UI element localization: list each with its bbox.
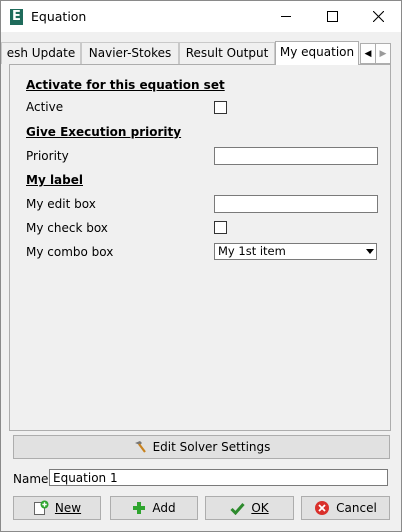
add-button-label: Add [152,501,176,515]
tab-mesh-update[interactable]: esh Update [1,42,81,64]
tab-navier-stokes[interactable]: Navier-Stokes [81,42,179,64]
app-icon: E [10,9,23,25]
cancel-button-label: Cancel [336,501,377,515]
new-button-label: New [54,501,82,515]
my-combo-box-label: My combo box [26,245,114,259]
ok-button[interactable]: OK [205,496,294,520]
triangle-right-icon: ▶ [379,48,387,59]
plus-icon [133,502,146,514]
minimize-button[interactable] [263,1,309,32]
section-priority-heading: Give Execution priority [26,125,182,139]
edit-solver-settings-label: Edit Solver Settings [152,440,271,454]
triangle-left-icon: ◀ [364,48,372,59]
section-my-label-heading: My label [26,173,83,187]
minimize-icon [281,16,291,17]
priority-input[interactable] [214,147,378,165]
my-edit-box-label: My edit box [26,197,96,211]
active-checkbox[interactable] [214,101,227,114]
name-label: Name: [13,472,53,486]
maximize-button[interactable] [309,1,355,32]
section-activate-heading: Activate for this equation set [26,78,225,92]
chevron-down-icon[interactable] [364,245,375,258]
new-document-icon [33,500,49,515]
tab-strip: esh Update Navier-Stokes Result Output M… [1,41,401,65]
tab-scroll-right-button[interactable]: ▶ [375,43,391,64]
title-bar[interactable]: E Equation [1,1,401,32]
my-edit-box-input[interactable] [214,195,378,213]
add-button[interactable]: Add [110,496,198,520]
tab-result-output[interactable]: Result Output [179,42,275,64]
my-check-box[interactable] [214,221,227,234]
name-input[interactable]: Equation 1 [49,469,388,486]
combo-selected-value: My 1st item [218,244,286,258]
tab-my-equation[interactable]: My equation [275,41,359,65]
new-button[interactable]: New [13,496,101,520]
edit-solver-settings-button[interactable]: Edit Solver Settings [13,435,390,459]
hammer-icon [134,441,146,453]
window-title: Equation [31,9,87,24]
ok-button-label: OK [251,501,269,515]
maximize-icon [326,11,338,22]
priority-label: Priority [26,149,69,163]
tab-scroll-left-button[interactable]: ◀ [360,43,376,64]
checkmark-icon [230,502,245,515]
active-label: Active [26,100,64,114]
tab-panel-my-equation: Activate for this equation set Active Gi… [9,64,391,431]
my-combo-box[interactable]: My 1st item [214,243,377,260]
my-check-box-label: My check box [26,221,108,235]
equation-dialog: E Equation esh Update Navier-Stokes Resu… [0,0,402,532]
close-button[interactable] [355,1,401,32]
cancel-icon [315,501,330,515]
cancel-button[interactable]: Cancel [301,496,390,520]
close-icon [372,11,384,22]
